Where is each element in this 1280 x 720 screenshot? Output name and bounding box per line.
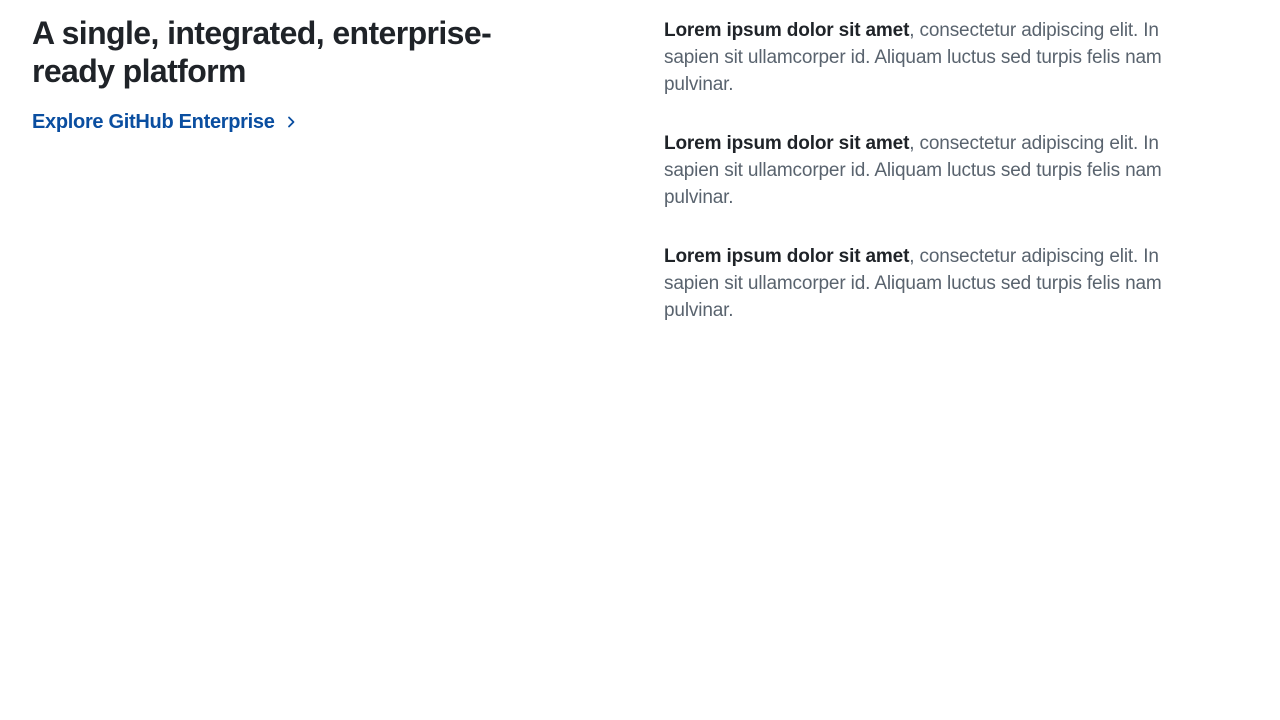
feature-text: pulvinar.	[664, 300, 734, 321]
feature-title: Lorem ipsum dolor sit amet	[664, 20, 910, 41]
feature-line: Lorem ipsum dolor sit amet, consectetur …	[664, 243, 1244, 270]
explore-enterprise-label: Explore GitHub Enterprise	[32, 111, 275, 133]
headline-line: A single, integrated, enterprise-	[32, 15, 492, 51]
feature-title: Lorem ipsum dolor sit amet	[664, 246, 910, 267]
headline-line: ready platform	[32, 53, 246, 89]
feature-text: sapien sit ullamcorper id. Aliquam luctu…	[664, 273, 1162, 294]
feature-title: Lorem ipsum dolor sit amet	[664, 133, 910, 154]
feature-text: sapien sit ullamcorper id. Aliquam luctu…	[664, 160, 1162, 181]
enterprise-section: A single, integrated, enterprise- ready …	[0, 0, 1280, 720]
explore-enterprise-link[interactable]: Explore GitHub Enterprise	[32, 110, 299, 134]
feature-text: , consectetur adipiscing elit. In	[909, 246, 1159, 267]
section-headline: A single, integrated, enterprise- ready …	[32, 14, 592, 90]
feature-item: Lorem ipsum dolor sit amet, consectetur …	[664, 243, 1244, 324]
feature-text: , consectetur adipiscing elit. In	[909, 20, 1159, 41]
feature-text: pulvinar.	[664, 187, 734, 208]
feature-text: , consectetur adipiscing elit. In	[909, 133, 1159, 154]
feature-item: Lorem ipsum dolor sit amet, consectetur …	[664, 130, 1244, 211]
feature-item: Lorem ipsum dolor sit amet, consectetur …	[664, 17, 1244, 98]
feature-text: sapien sit ullamcorper id. Aliquam luctu…	[664, 47, 1162, 68]
feature-line: Lorem ipsum dolor sit amet, consectetur …	[664, 17, 1244, 44]
feature-list: Lorem ipsum dolor sit amet, consectetur …	[664, 17, 1244, 356]
feature-text: pulvinar.	[664, 74, 734, 95]
enterprise-intro: A single, integrated, enterprise- ready …	[32, 14, 592, 134]
feature-line: Lorem ipsum dolor sit amet, consectetur …	[664, 130, 1244, 157]
chevron-right-icon	[287, 116, 294, 128]
